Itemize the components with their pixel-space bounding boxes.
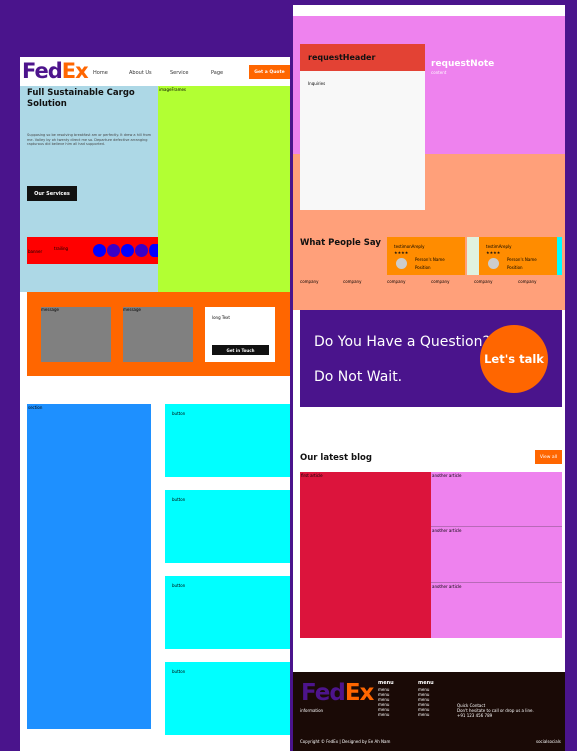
- hero-title-line1: Full Sustainable Cargo: [27, 88, 135, 98]
- hero-description: Supposing so be resolving breakfast am o…: [27, 133, 152, 146]
- footer-menu-title-1: menu: [378, 680, 394, 686]
- footer-fedex-logo[interactable]: FedEx: [301, 680, 375, 706]
- nav-link-home[interactable]: Home: [93, 70, 108, 76]
- long-text-card: long Text Get in Touch: [205, 307, 275, 362]
- request-sub-label: Inquiries: [308, 81, 326, 86]
- section-button-3-label: button: [172, 583, 186, 588]
- section-button-3[interactable]: button: [165, 576, 290, 649]
- company-logo-3: company: [387, 279, 406, 284]
- testimonials-title: What People Say: [300, 238, 381, 248]
- footer-menu-title-2: menu: [418, 680, 434, 686]
- testimonial-2-avatar: [488, 258, 499, 269]
- company-logo-4: company: [431, 279, 450, 284]
- long-text-label: long Text: [212, 315, 230, 320]
- fedex-logo[interactable]: FedEx: [22, 59, 89, 83]
- trailing-label: trailing: [54, 246, 69, 251]
- message-box-1-label: message: [41, 307, 59, 312]
- message-box-1: message: [41, 307, 111, 362]
- testimonial-1-position: Position: [415, 265, 431, 270]
- banner-dot-5: [149, 244, 158, 257]
- copyright-text: Copyright © FedEx | Designed by Ee Ah Na…: [300, 739, 391, 744]
- blog-main-article-label: first article: [301, 473, 323, 478]
- banner-label: banner: [28, 249, 43, 254]
- blog-main-article[interactable]: first article: [300, 472, 431, 638]
- get-quote-button[interactable]: Get a Quote: [249, 65, 290, 79]
- banner-strip: banner trailing: [27, 237, 158, 264]
- footer-logo-fed-text: Fed: [301, 680, 346, 706]
- question-line1: Do You Have a Question?: [314, 334, 490, 350]
- footer-menu-2-item-6[interactable]: menu: [418, 712, 429, 717]
- blog-side-article-3-label: another article: [432, 584, 462, 589]
- image-frames-placeholder: imageFrames: [158, 86, 290, 292]
- company-logo-1: company: [300, 279, 319, 284]
- testimonial-1-avatar: [396, 258, 407, 269]
- section-button-4[interactable]: button: [165, 662, 290, 735]
- request-header-text: requestHeader: [308, 53, 376, 62]
- nav-link-page[interactable]: Page: [211, 70, 223, 76]
- testimonial-card-1: testimonAreply ★★★★ Person's Name Positi…: [387, 237, 465, 275]
- company-logo-2: company: [343, 279, 362, 284]
- request-note-content: content: [431, 70, 447, 75]
- blog-title: Our latest blog: [300, 453, 372, 463]
- testimonial-1-name: Person's Name: [415, 257, 445, 262]
- quick-contact-phone[interactable]: +91 123 456 789: [457, 713, 492, 718]
- banner-dot-2: [107, 244, 120, 257]
- message-box-2-label: message: [123, 307, 141, 312]
- view-all-button[interactable]: View all: [535, 450, 562, 464]
- message-strip: message message long Text Get in Touch: [27, 292, 290, 376]
- banner-dot-4: [135, 244, 148, 257]
- blog-side-article-1-label: another article: [432, 473, 462, 478]
- section-button-2-label: button: [172, 497, 186, 502]
- company-logo-6: company: [518, 279, 537, 284]
- hero-title-line2: Solution: [27, 99, 67, 109]
- testimonial-2-label: testimAreply: [486, 244, 512, 249]
- footer-information: information: [300, 708, 324, 713]
- question-line2: Do Not Wait.: [314, 369, 403, 385]
- image-frames-label: imageFrames: [159, 87, 187, 92]
- logo-fed-text: Fed: [22, 59, 63, 83]
- testimonial-2-stars: ★★★★: [486, 250, 501, 255]
- section-button-2[interactable]: button: [165, 490, 290, 563]
- nav-link-about[interactable]: About Us: [129, 70, 152, 76]
- section-label: section: [28, 405, 43, 410]
- testimonial-2-position: Position: [507, 265, 523, 270]
- testimonial-2-name: Person's Name: [507, 257, 537, 262]
- our-services-button[interactable]: Our Services: [27, 186, 77, 201]
- testimonial-edge: [557, 237, 562, 275]
- testimonial-divider: [467, 237, 479, 275]
- blog-side-article-3[interactable]: another article: [431, 583, 562, 638]
- blog-side-article-2[interactable]: another article: [431, 527, 562, 583]
- social-links[interactable]: socialsocials: [536, 739, 561, 744]
- section-button-1-label: button: [172, 411, 186, 416]
- logo-ex-text: Ex: [61, 59, 89, 83]
- footer-menu-1-item-6[interactable]: menu: [378, 712, 389, 717]
- blog-side-article-1[interactable]: another article: [431, 472, 562, 527]
- section-panel: section: [27, 404, 151, 729]
- request-header-bar: requestHeader: [300, 44, 425, 71]
- nav-link-service[interactable]: Service: [170, 70, 188, 76]
- footer-logo-ex-text: Ex: [344, 680, 375, 706]
- banner-dot-3: [121, 244, 134, 257]
- footer: FedEx information menu menu menu menu me…: [293, 672, 565, 751]
- request-note-title: requestNote: [431, 59, 495, 69]
- section-button-1[interactable]: button: [165, 404, 290, 477]
- testimonial-1-stars: ★★★★: [394, 250, 409, 255]
- testimonial-1-label: testimonAreply: [394, 244, 425, 249]
- message-box-2: message: [123, 307, 193, 362]
- section-button-4-label: button: [172, 669, 186, 674]
- company-logo-5: company: [474, 279, 493, 284]
- banner-dot-1: [93, 244, 106, 257]
- lets-talk-button[interactable]: Let's talk: [480, 325, 548, 393]
- top-navbar: FedEx Home About Us Service Page Get a Q…: [20, 57, 290, 86]
- testimonial-card-2: testimAreply ★★★★ Person's Name Position: [479, 237, 557, 275]
- get-in-touch-button[interactable]: Get in Touch: [212, 345, 269, 355]
- blog-side-article-2-label: another article: [432, 528, 462, 533]
